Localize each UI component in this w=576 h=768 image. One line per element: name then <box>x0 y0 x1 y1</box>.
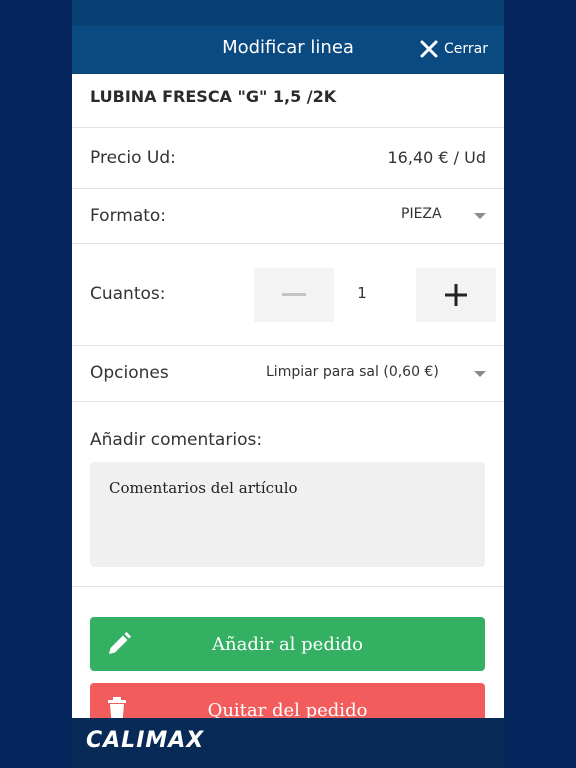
increment-button[interactable] <box>416 268 496 322</box>
trash-icon <box>108 697 126 718</box>
price-row: Precio Ud: 16,40 € / Ud <box>72 128 504 189</box>
close-label: Cerrar <box>444 41 488 57</box>
calimax-logo: CALIMAX <box>86 728 205 753</box>
decrement-button[interactable] <box>254 268 334 322</box>
options-select[interactable]: Limpiar para sal (0,60 €) <box>252 346 504 401</box>
add-to-order-button[interactable]: Añadir al pedido <box>90 617 485 671</box>
minus-icon <box>282 293 306 296</box>
product-name: LUBINA FRESCA "G" 1,5 /2K <box>90 87 337 106</box>
plus-icon <box>445 284 467 306</box>
top-strip <box>72 0 504 26</box>
quantity-value: 1 <box>357 284 367 302</box>
options-label: Opciones <box>90 363 169 383</box>
format-row: Formato: PIEZA <box>72 189 504 244</box>
divider <box>72 586 504 587</box>
format-select[interactable]: PIEZA <box>372 189 504 243</box>
footer: CALIMAX <box>72 718 504 768</box>
quantity-label: Cuantos: <box>90 284 166 304</box>
comments-label: Añadir comentarios: <box>90 430 263 450</box>
quantity-row: Cuantos: 1 <box>72 244 504 346</box>
format-selected: PIEZA <box>401 206 442 222</box>
comments-field[interactable] <box>90 462 485 567</box>
chevron-down-icon <box>474 371 486 377</box>
options-row: Opciones Limpiar para sal (0,60 €) <box>72 346 504 402</box>
price-value: 16,40 € / Ud <box>387 148 487 167</box>
close-button[interactable]: Cerrar <box>420 38 488 60</box>
chevron-down-icon <box>474 213 486 219</box>
format-label: Formato: <box>90 206 167 226</box>
pencil-icon <box>109 632 131 654</box>
add-to-order-label: Añadir al pedido <box>212 633 363 655</box>
product-row: LUBINA FRESCA "G" 1,5 /2K <box>72 74 504 128</box>
price-label: Precio Ud: <box>90 148 176 168</box>
edit-line-sheet: LUBINA FRESCA "G" 1,5 /2K Precio Ud: 16,… <box>72 74 504 718</box>
modal-header: Modificar linea Cerrar <box>72 26 504 74</box>
remove-from-order-label: Quitar del pedido <box>207 699 368 719</box>
options-selected: Limpiar para sal (0,60 €) <box>266 364 439 380</box>
remove-from-order-button[interactable]: Quitar del pedido <box>90 683 485 718</box>
close-icon <box>420 40 438 58</box>
